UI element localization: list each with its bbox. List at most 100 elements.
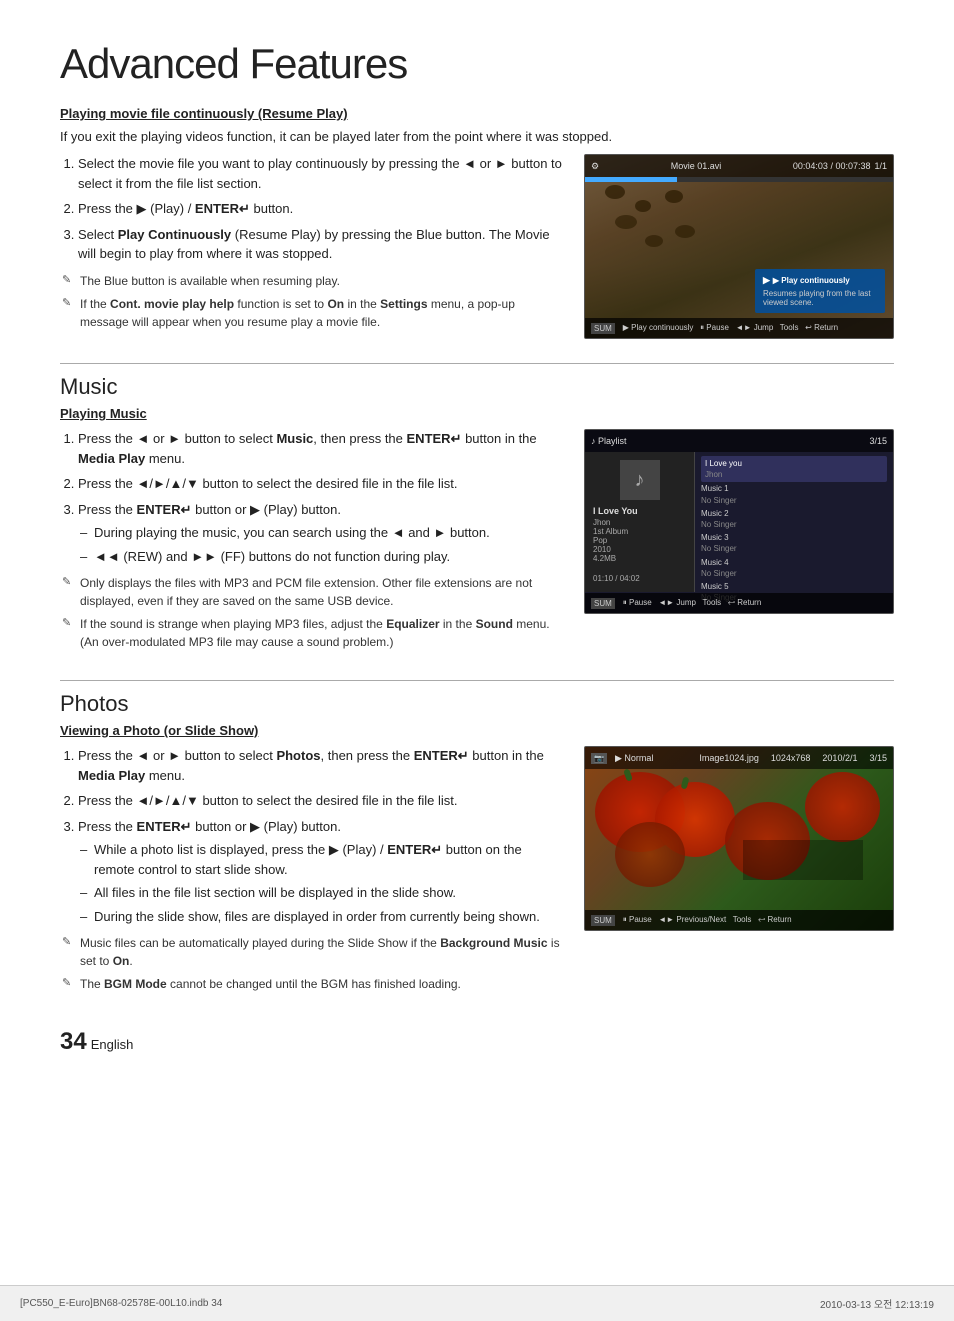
music-page: 3/15: [869, 436, 887, 446]
page-label: English: [91, 1037, 134, 1052]
music-selected-title: I Love You: [593, 506, 686, 516]
music-note-1: Only displays the files with MP3 and PCM…: [60, 574, 564, 610]
photos-resolution: 1024x768: [771, 753, 811, 763]
movie-note-1: The Blue button is available when resumi…: [60, 272, 564, 290]
footer-bar: [PC550_E-Euro]BN68-02578E-00L10.indb 34 …: [0, 1285, 954, 1321]
movie-bottom-controls: ▶ Play continuously ⏸ Pause ◄► Jump Tool…: [623, 323, 838, 333]
music-bottom-controls: ⏸ Pause ◄► Jump Tools ↩ Return: [623, 598, 762, 608]
movie-step-2: Press the ▶ (Play) / ENTER↵ button.: [78, 199, 564, 219]
music-title: Music: [60, 374, 894, 400]
photos-sum-icon: SUM: [591, 915, 615, 926]
photos-section: Photos Viewing a Photo (or Slide Show) P…: [60, 691, 894, 998]
movie-steps: Select the movie file you want to play c…: [60, 154, 564, 264]
music-content: Press the ◄ or ► button to select Music,…: [60, 429, 894, 656]
movie-intro: If you exit the playing videos function,…: [60, 129, 894, 144]
music-year: 2010: [593, 545, 686, 554]
movie-progress-fill: [585, 177, 677, 182]
music-selected-artist: Jhon: [593, 518, 686, 527]
music-track-3-name: Music 2: [701, 508, 887, 519]
photos-step-2: Press the ◄/►/▲/▼ button to select the d…: [78, 791, 564, 811]
footer-left: [PC550_E-Euro]BN68-02578E-00L10.indb 34: [20, 1298, 222, 1309]
movie-overlay: ▶▶ Play continuously Resumes playing fro…: [755, 269, 885, 313]
movie-sub-heading: Playing movie file continuously (Resume …: [60, 106, 894, 121]
movie-content: Select the movie file you want to play c…: [60, 154, 894, 339]
movie-step-1: Select the movie file you want to play c…: [78, 154, 564, 193]
photos-dash-3: During the slide show, files are display…: [78, 907, 564, 927]
photos-content: Press the ◄ or ► button to select Photos…: [60, 746, 894, 998]
music-screen-bottom: SUM ⏸ Pause ◄► Jump Tools ↩ Return: [585, 593, 893, 613]
photos-screen-bottom: SUM ⏸ Pause ◄► Previous/Next Tools ↩ Ret…: [585, 910, 893, 930]
page-number-block: 34 English: [60, 1028, 894, 1056]
music-track-6-name: Music 5: [701, 581, 887, 592]
music-track-3: Music 2 No Singer: [701, 507, 887, 531]
movie-icon: ⚙: [591, 161, 599, 172]
photos-section-rule: [60, 680, 894, 681]
music-playlist-label: ♪ Playlist: [591, 436, 627, 446]
photos-mode: ▶ Normal: [615, 753, 653, 764]
music-dash-2: ◄◄ (REW) and ►► (FF) buttons do not func…: [78, 547, 564, 567]
movie-section: Playing movie file continuously (Resume …: [60, 106, 894, 339]
photos-screen: 📷 ▶ Normal Image1024.jpg 1024x768 2010/2…: [584, 746, 894, 931]
page-title: Advanced Features: [60, 40, 894, 88]
photos-screen-bar: 📷 ▶ Normal Image1024.jpg 1024x768 2010/2…: [585, 747, 893, 769]
photos-dash-1: While a photo list is displayed, press t…: [78, 840, 564, 879]
music-time: 01:10 / 04:02: [593, 574, 640, 583]
music-section-rule: [60, 363, 894, 364]
music-step-3: Press the ENTER↵ button or ▶ (Play) butt…: [78, 500, 564, 567]
music-sub-heading: Playing Music: [60, 406, 894, 421]
movie-filename: Movie 01.avi: [603, 161, 789, 171]
movie-screen-bottom: SUM ▶ Play continuously ⏸ Pause ◄► Jump …: [585, 318, 893, 338]
movie-note-2: If the Cont. movie play help function is…: [60, 295, 564, 331]
photos-step-1: Press the ◄ or ► button to select Photos…: [78, 746, 564, 785]
music-track-5-singer: No Singer: [701, 568, 887, 579]
music-album: 1st Album: [593, 527, 686, 536]
photos-note-2: The BGM Mode cannot be changed until the…: [60, 975, 564, 993]
music-track-2-singer: No Singer: [701, 495, 887, 506]
photos-text-col: Press the ◄ or ► button to select Photos…: [60, 746, 564, 998]
photos-sub-heading: Viewing a Photo (or Slide Show): [60, 723, 894, 738]
movie-time: 00:04:03 / 00:07:38: [793, 161, 871, 171]
movie-screen-bar: ⚙ Movie 01.avi 00:04:03 / 00:07:38 1/1: [585, 155, 893, 177]
photos-step-3: Press the ENTER↵ button or ▶ (Play) butt…: [78, 817, 564, 927]
movie-progress-wrap: [585, 177, 893, 182]
music-panel: ♪ I Love You Jhon 1st Album Pop 2010 4.2…: [585, 452, 893, 592]
music-track-1-singer: Jhon: [705, 469, 883, 480]
movie-page: 1/1: [874, 161, 887, 171]
music-section: Music Playing Music Press the ◄ or ► but…: [60, 374, 894, 656]
photos-note-1: Music files can be automatically played …: [60, 934, 564, 970]
music-note-icon: ♪: [620, 460, 660, 500]
movie-step-3: Select Play Continuously (Resume Play) b…: [78, 225, 564, 264]
music-info-panel: ♪ I Love You Jhon 1st Album Pop 2010 4.2…: [585, 452, 695, 592]
music-track-4-singer: No Singer: [701, 543, 887, 554]
music-text-col: Press the ◄ or ► button to select Music,…: [60, 429, 564, 656]
music-track-5-name: Music 4: [701, 557, 887, 568]
photos-filename: Image1024.jpg: [699, 753, 759, 763]
photos-title: Photos: [60, 691, 894, 717]
music-playlist-panel: I Love you Jhon Music 1 No Singer Music …: [695, 452, 893, 592]
movie-sum-icon: SUM: [591, 323, 615, 334]
movie-overlay-title: ▶▶ Play continuously: [763, 275, 877, 286]
music-step-2: Press the ◄/►/▲/▼ button to select the d…: [78, 474, 564, 494]
photos-bottom-controls: ⏸ Pause ◄► Previous/Next Tools ↩ Return: [623, 915, 792, 925]
music-track-2: Music 1 No Singer: [701, 482, 887, 506]
movie-image-col: ⚙ Movie 01.avi 00:04:03 / 00:07:38 1/1 ▶…: [584, 154, 894, 339]
movie-overlay-text: Resumes playing from the last viewed sce…: [763, 289, 877, 307]
music-track-4-name: Music 3: [701, 532, 887, 543]
photos-dash-2: All files in the file list section will …: [78, 883, 564, 903]
photos-page: 3/15: [869, 753, 887, 763]
music-genre: Pop: [593, 536, 686, 545]
music-track-1: I Love you Jhon: [701, 456, 887, 482]
music-note-2: If the sound is strange when playing MP3…: [60, 615, 564, 651]
footer-right: 2010-03-13 오전 12:13:19: [820, 1296, 934, 1311]
photos-icon: 📷: [591, 753, 607, 764]
music-screen: ♪ Playlist 3/15 ♪ I Love You Jhon 1st Al…: [584, 429, 894, 614]
photos-date: 2010/2/1: [822, 753, 857, 763]
music-steps: Press the ◄ or ► button to select Music,…: [60, 429, 564, 566]
music-size: 4.2MB: [593, 554, 686, 563]
music-track-3-singer: No Singer: [701, 519, 887, 530]
music-track-4: Music 3 No Singer: [701, 531, 887, 555]
music-image-col: ♪ Playlist 3/15 ♪ I Love You Jhon 1st Al…: [584, 429, 894, 614]
music-track-2-name: Music 1: [701, 483, 887, 494]
page-number: 34: [60, 1028, 87, 1056]
music-track-1-name: I Love you: [705, 458, 883, 469]
